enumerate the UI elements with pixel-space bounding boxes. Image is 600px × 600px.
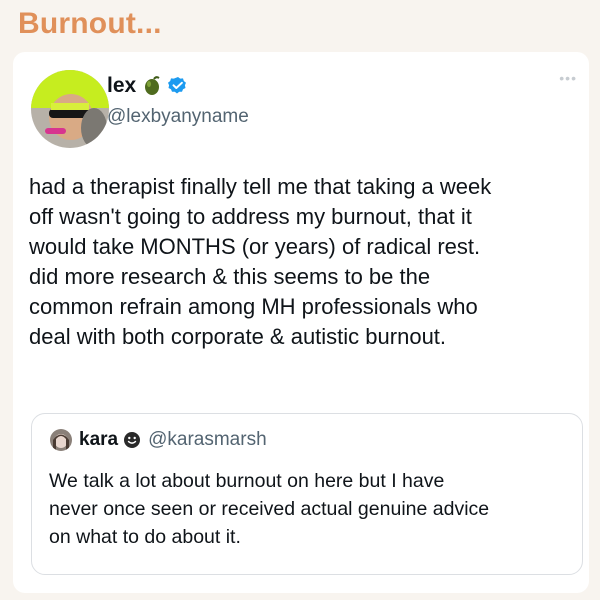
olive-icon bbox=[142, 76, 162, 96]
quoted-tweet-header: kara @karasmarsh bbox=[50, 429, 267, 451]
tweet-author-row: lex bbox=[107, 74, 188, 98]
quoted-tweet-avatar[interactable] bbox=[50, 429, 72, 451]
display-name[interactable]: lex bbox=[107, 74, 136, 98]
quoted-tweet-text: We talk a lot about burnout on here but … bbox=[49, 470, 490, 548]
page-title: Burnout... bbox=[18, 7, 162, 40]
more-options-icon[interactable]: ••• bbox=[559, 70, 577, 86]
verified-badge-icon bbox=[168, 76, 188, 96]
smiley-badge-icon bbox=[123, 431, 141, 449]
tweet-handle[interactable]: @lexbyanyname bbox=[107, 106, 249, 128]
quoted-tweet[interactable]: kara @karasmarsh We talk a lot about bur… bbox=[31, 413, 583, 575]
page: Burnout... lex @lexbyanyname ••• had a t… bbox=[0, 0, 600, 600]
tweet-card[interactable]: lex @lexbyanyname ••• had a therapist fi… bbox=[13, 52, 589, 593]
tweet-text: had a therapist finally tell me that tak… bbox=[29, 174, 492, 349]
avatar[interactable] bbox=[31, 70, 109, 148]
quoted-handle[interactable]: @karasmarsh bbox=[148, 429, 267, 451]
quoted-display-name[interactable]: kara bbox=[79, 429, 118, 451]
